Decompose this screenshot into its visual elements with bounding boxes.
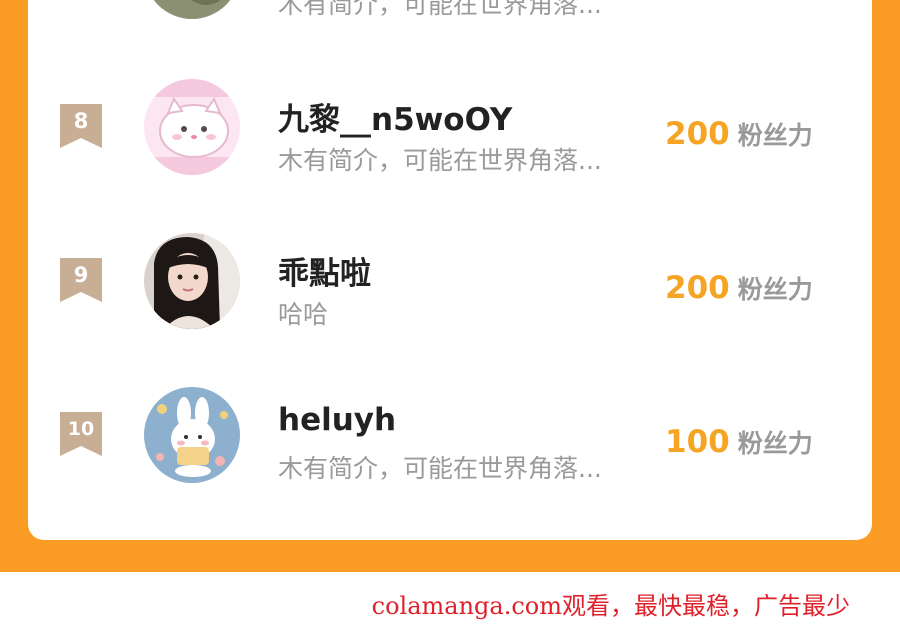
user-name[interactable]: heluyh xyxy=(278,402,396,438)
ranking-row-partial[interactable]: 木有简介，可能在世界角落... xyxy=(28,0,872,40)
fan-score: 200 粉丝力 xyxy=(665,116,813,152)
ranking-row[interactable]: 9 乖點啦 哈哈 200 粉丝力 xyxy=(28,200,872,350)
bunny-illustration-avatar[interactable] xyxy=(144,387,240,483)
user-bio: 木有简介，可能在世界角落... xyxy=(278,0,602,19)
watermark-text: colamanga.com观看，最快最稳，广告最少 xyxy=(371,592,850,620)
avatar[interactable] xyxy=(144,0,240,19)
user-bio: 木有简介，可能在世界角落... xyxy=(278,146,602,175)
cartoon-cat-avatar[interactable] xyxy=(144,79,240,175)
score-unit: 粉丝力 xyxy=(737,121,813,150)
ranking-card: 木有简介，可能在世界角落... 8 九黎__n5woOY 木有简介，可能在世界角… xyxy=(28,0,872,540)
girl-photo-avatar[interactable] xyxy=(144,233,240,329)
score-value: 200 xyxy=(665,116,730,152)
score-unit: 粉丝力 xyxy=(737,275,813,304)
ranking-row[interactable]: 10 heluyh 木有简介，可能在世界角落... 100 粉丝力 xyxy=(28,354,872,504)
user-bio: 木有简介，可能在世界角落... xyxy=(278,454,602,483)
score-value: 200 xyxy=(665,270,730,306)
rank-number: 10 xyxy=(67,418,95,440)
score-value: 100 xyxy=(665,424,730,460)
user-name[interactable]: 乖點啦 xyxy=(278,248,371,293)
user-name[interactable]: 九黎__n5woOY xyxy=(278,94,512,139)
rank-number: 8 xyxy=(73,109,89,133)
rank-badge: 10 xyxy=(60,412,102,456)
rank-badge: 9 xyxy=(60,258,102,302)
score-unit: 粉丝力 xyxy=(737,429,813,458)
fan-score: 200 粉丝力 xyxy=(665,270,813,306)
rank-badge: 8 xyxy=(60,104,102,148)
fan-score: 100 粉丝力 xyxy=(665,424,813,460)
user-bio: 哈哈 xyxy=(278,300,329,329)
ranking-row[interactable]: 8 九黎__n5woOY 木有简介，可能在世界角落... 200 粉丝力 xyxy=(28,46,872,196)
rank-number: 9 xyxy=(73,263,89,287)
